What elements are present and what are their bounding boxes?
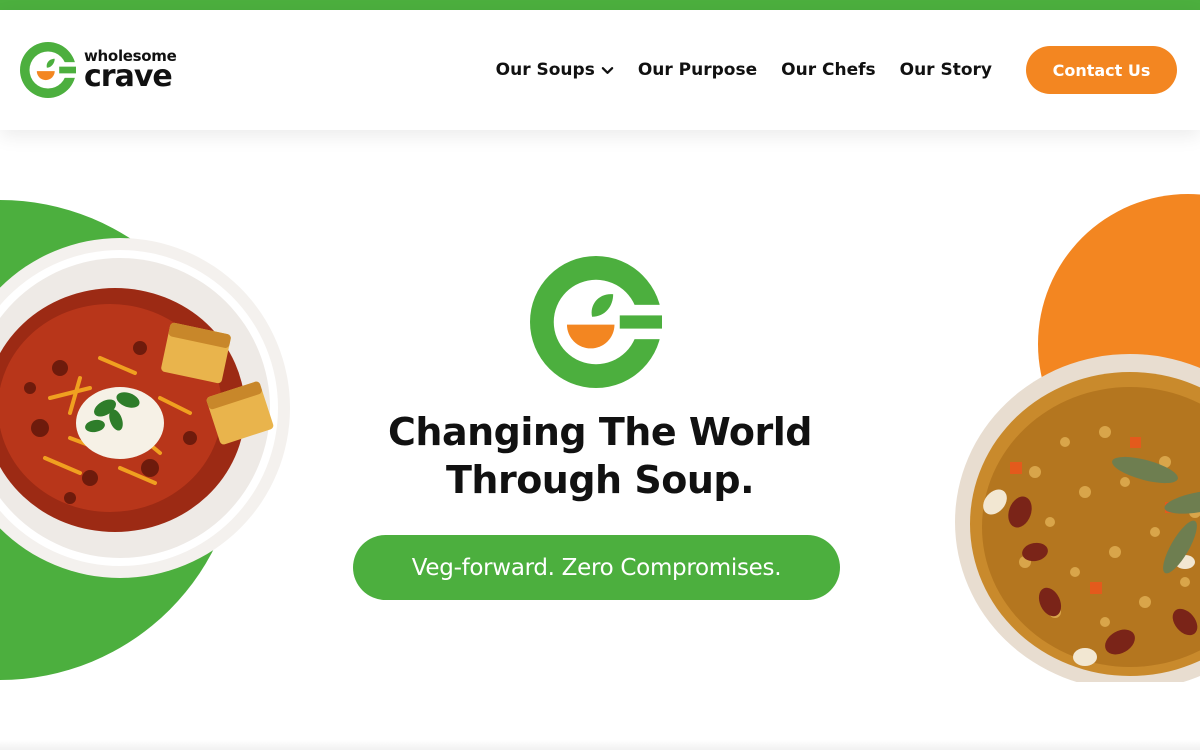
brand-logo[interactable]: wholesome crave	[20, 42, 190, 98]
chevron-down-icon	[601, 66, 614, 74]
nav-label: Our Purpose	[637, 60, 758, 80]
tagline-pill: Veg-forward. Zero Compromises.	[353, 535, 840, 600]
barley-soup-bowl-image	[955, 354, 1200, 682]
contact-us-button[interactable]: Contact Us	[1026, 46, 1177, 94]
nav-label: Our Story	[899, 60, 992, 80]
brand-name-big: crave	[84, 58, 173, 94]
top-accent-stripe	[0, 0, 1200, 10]
hero-title: Changing The World Through Soup.	[300, 408, 900, 504]
section-divider-shadow	[0, 740, 1200, 750]
hero-title-line-1: Changing The World	[388, 410, 812, 454]
hero-title-line-2: Through Soup.	[445, 458, 755, 502]
hero-section: Changing The World Through Soup. Veg-for…	[0, 130, 1200, 750]
nav-item-our-chefs[interactable]: Our Chefs	[781, 60, 875, 80]
nav-label: Our Soups	[495, 60, 595, 80]
wholesome-crave-logo-icon	[20, 42, 76, 98]
nav-item-our-purpose[interactable]: Our Purpose	[638, 60, 757, 80]
main-nav: Our Soups Our Purpose Our Chefs Our Stor…	[496, 46, 1200, 94]
wholesome-crave-logo-icon	[530, 256, 662, 388]
nav-item-our-story[interactable]: Our Story	[900, 60, 992, 80]
chili-bowl-image	[0, 238, 290, 578]
site-header: wholesome crave Our Soups Our Purpose Ou…	[0, 10, 1200, 130]
nav-label: Our Chefs	[781, 60, 876, 80]
nav-item-our-soups[interactable]: Our Soups	[496, 60, 614, 80]
